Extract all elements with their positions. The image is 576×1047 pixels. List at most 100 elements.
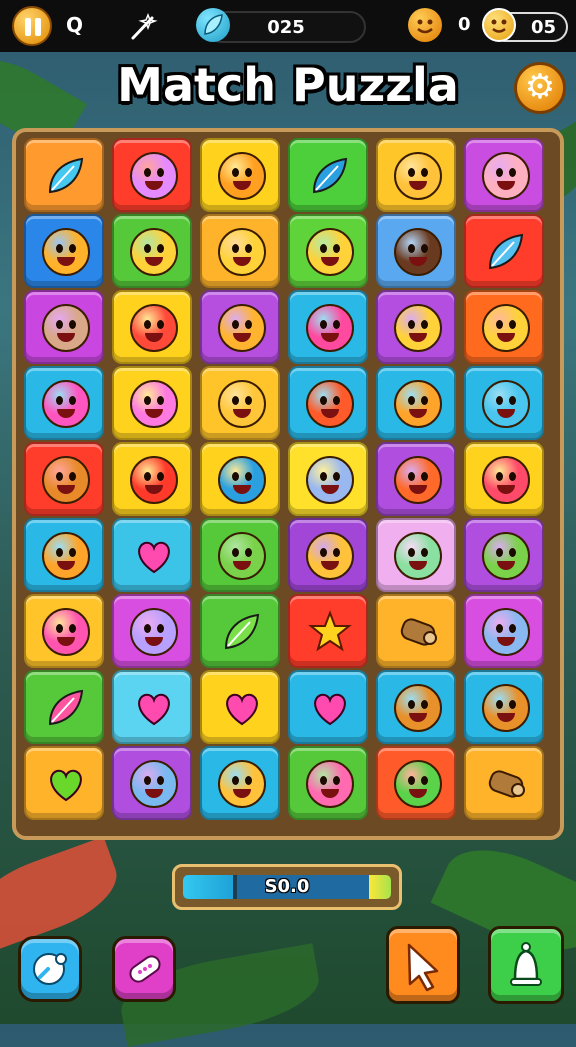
tile-face[interactable] (112, 746, 192, 820)
face-icon (482, 608, 530, 656)
settings-gear-icon[interactable]: ⚙ (514, 62, 566, 114)
boost-bandage-button[interactable] (112, 936, 176, 1002)
leaf-icon (48, 157, 84, 194)
tile-face[interactable] (288, 518, 368, 592)
tile-face[interactable] (464, 442, 544, 516)
face-icon (130, 304, 178, 352)
tile-face[interactable] (376, 442, 456, 516)
face-icon (130, 760, 178, 808)
tile-face[interactable] (376, 290, 456, 364)
leaf-icon (48, 689, 84, 726)
wand-icon[interactable] (128, 12, 158, 42)
face-icon (306, 456, 354, 504)
tile-leaf[interactable] (24, 138, 104, 212)
tile-face[interactable] (24, 366, 104, 440)
face-icon (130, 456, 178, 504)
tile-heart[interactable] (112, 670, 192, 744)
tile-face[interactable] (24, 290, 104, 364)
tile-face[interactable] (464, 290, 544, 364)
log-icon (488, 770, 525, 798)
tile-log[interactable] (464, 746, 544, 820)
tile-face[interactable] (288, 214, 368, 288)
face-icon (218, 228, 266, 276)
heart-icon (138, 693, 170, 726)
tile-face[interactable] (112, 366, 192, 440)
tile-leaf[interactable] (24, 670, 104, 744)
tile-face[interactable] (464, 670, 544, 744)
face-icon (482, 304, 530, 352)
tile-leaf[interactable] (288, 138, 368, 212)
boost-bell-button[interactable] (488, 926, 564, 1004)
face-icon (482, 456, 530, 504)
tile-face[interactable] (288, 366, 368, 440)
boost-bubble-button[interactable] (18, 936, 82, 1002)
tile-face[interactable] (376, 366, 456, 440)
face-icon (482, 380, 530, 428)
score-pill: 025 (206, 11, 366, 43)
tile-face[interactable] (200, 518, 280, 592)
tile-heart[interactable] (24, 746, 104, 820)
face-icon (482, 684, 530, 732)
face-icon (130, 608, 178, 656)
tile-face[interactable] (200, 366, 280, 440)
tile-heart[interactable] (288, 670, 368, 744)
face-icon (42, 304, 90, 352)
coins-value: 0 (458, 14, 471, 35)
tile-face[interactable] (112, 138, 192, 212)
bandage-icon (129, 955, 161, 983)
tile-face[interactable] (200, 214, 280, 288)
tile-face[interactable] (464, 138, 544, 212)
log-icon (400, 618, 437, 646)
face-icon (394, 456, 442, 504)
tile-face[interactable] (200, 290, 280, 364)
tile-face[interactable] (24, 214, 104, 288)
tile-face[interactable] (288, 746, 368, 820)
tile-face[interactable] (112, 442, 192, 516)
tile-face[interactable] (200, 138, 280, 212)
tile-face[interactable] (24, 442, 104, 516)
tile-face[interactable] (376, 518, 456, 592)
score-value: 025 (267, 17, 305, 38)
tile-face[interactable] (464, 366, 544, 440)
search-icon[interactable]: Q (66, 13, 83, 37)
progress-bar: S0.0 (183, 875, 391, 899)
tile-face[interactable] (376, 670, 456, 744)
heart-icon (226, 693, 258, 726)
tile-face[interactable] (112, 290, 192, 364)
tile-grid (24, 138, 552, 830)
game-title: Match Puzzla (117, 58, 459, 112)
tile-face[interactable] (376, 138, 456, 212)
tile-face[interactable] (376, 746, 456, 820)
face-icon (218, 760, 266, 808)
boost-pointer-button[interactable] (386, 926, 460, 1004)
tile-log[interactable] (376, 594, 456, 668)
tile-face[interactable] (24, 518, 104, 592)
tile-face[interactable] (112, 594, 192, 668)
tile-face[interactable] (200, 746, 280, 820)
tile-heart[interactable] (112, 518, 192, 592)
tile-leaf[interactable] (200, 594, 280, 668)
heart-icon (50, 769, 82, 802)
tile-face[interactable] (288, 442, 368, 516)
face-icon (130, 380, 178, 428)
face-icon (130, 152, 178, 200)
face-icon (482, 152, 530, 200)
pause-icon[interactable] (12, 6, 52, 46)
tile-face[interactable] (376, 214, 456, 288)
tile-face[interactable] (464, 594, 544, 668)
progress-text: S0.0 (264, 876, 310, 897)
face-icon (218, 380, 266, 428)
tile-face[interactable] (24, 594, 104, 668)
tile-face[interactable] (200, 442, 280, 516)
tile-leaf[interactable] (464, 214, 544, 288)
tile-star[interactable] (288, 594, 368, 668)
tile-face[interactable] (464, 518, 544, 592)
tile-face[interactable] (288, 290, 368, 364)
tile-face[interactable] (112, 214, 192, 288)
face-icon (394, 304, 442, 352)
face-icon (394, 532, 442, 580)
tile-heart[interactable] (200, 670, 280, 744)
face-icon (42, 456, 90, 504)
face-icon (306, 760, 354, 808)
face-icon (218, 456, 266, 504)
